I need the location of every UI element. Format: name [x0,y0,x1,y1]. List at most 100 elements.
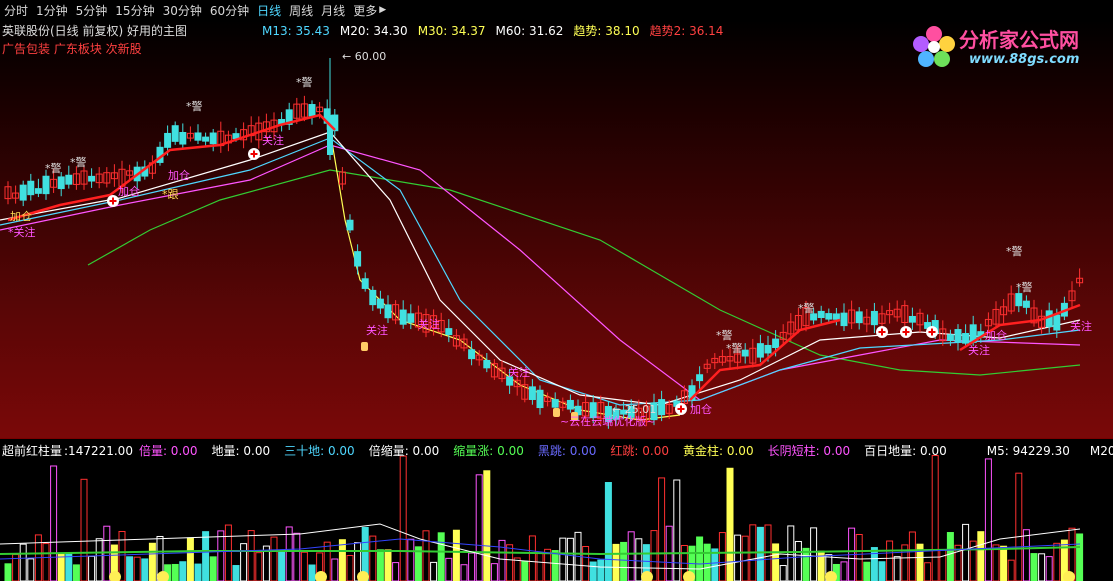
candle-body [536,389,544,409]
volume-bar [460,564,468,581]
volume-bar [293,532,301,581]
volume-bar [794,540,802,581]
candle-body [384,304,392,319]
volume-bar [992,544,1000,581]
volume-panel[interactable]: 超前红柱量:147221.00 倍量: 0.00 地量: 0.00 三十地: 0.00… [0,438,1113,581]
volume-bar [962,523,970,581]
volume-bar [80,478,88,581]
volume-bar [658,477,666,581]
volume-bar [802,547,810,581]
indicator-0: M13: 35.43 [262,24,330,38]
volume-bar [483,470,491,581]
volume-bar [696,536,704,581]
tab-2[interactable]: 5分钟 [76,2,108,19]
chart-annotation: *警 [798,302,815,315]
volume-bar [437,532,445,581]
main-chart-panel[interactable]: 英联股份(日线 前复权) 好用的主图 广告包装 广东板块 次新股 M13: 35… [0,20,1113,438]
volume-bar [718,532,726,581]
chart-annotation: *跟 [162,188,179,201]
high-price-label: ← 60.00 [342,50,387,63]
volume-bar [597,559,605,581]
tab-8[interactable]: 月线 [321,2,345,19]
volume-bar [202,531,210,581]
indicator-1: M20: 34.30 [339,24,408,38]
volume-bar [589,561,597,581]
tab-4[interactable]: 30分钟 [163,2,202,19]
chart-annotation: 加仓 [168,169,190,182]
volume-bar [741,535,749,581]
indicator-3: M60: 31.62 [495,24,564,38]
candle-body [1015,293,1023,307]
indicator-2: M30: 34.37 [417,24,486,38]
volume-bar [1045,556,1053,581]
candle-body [566,399,574,410]
ma-line-2 [0,137,1081,406]
volume-bar [384,549,392,581]
chart-annotation: 关注 [1070,320,1092,333]
chart-annotation: ~云在云端优化版~ [560,415,656,428]
chart-annotation: *警 [186,100,203,113]
tab-5[interactable]: 60分钟 [210,2,249,19]
candlestick-chart[interactable] [0,20,1113,438]
tab-7[interactable]: 周线 [289,2,313,19]
volume-bar [171,563,179,581]
logo-text: 分析家公式网 [959,28,1079,52]
volume-bar [186,537,194,581]
chart-annotation: *警 [1006,245,1023,258]
volume-bar [893,556,901,581]
chart-annotation: 加仓 [10,210,32,223]
candle-body [468,349,476,360]
candle-body [741,349,749,357]
logo-url: www.88gs.com [969,52,1080,67]
volume-bar [627,531,635,581]
tab-6[interactable]: 日线 [257,2,281,19]
volume-bar [513,557,521,581]
volume-bar [445,557,453,581]
volume-bar [582,546,590,581]
volume-bar [528,535,536,581]
volume-bar [232,565,240,581]
volume-bar [703,543,711,581]
volume-indicator-3: 地量: 0.00 [211,444,271,458]
volume-bar [984,458,992,581]
volume-bar [939,549,947,581]
volume-bar [977,531,985,581]
candle-body [772,338,780,348]
volume-bar [133,556,141,581]
volume-bar [407,538,415,581]
chart-annotation: 加仓 [118,185,140,198]
tab-3[interactable]: 15分钟 [115,2,154,19]
volume-bar [285,526,293,581]
more-caret-icon[interactable]: ▶ [379,5,386,15]
tab-1[interactable]: 1分钟 [36,2,68,19]
volume-bar [650,530,658,581]
chart-annotation: 关注 [968,344,990,357]
volume-bar [673,479,681,581]
volume-bar [604,482,612,581]
volume-bar [870,547,878,581]
volume-bar [468,552,476,581]
candle-body [19,184,27,201]
volume-chart[interactable] [0,439,1113,581]
volume-bar [840,561,848,581]
volume-bar [506,544,514,581]
volume-bar [878,561,886,581]
volume-bar [148,542,156,581]
volume-bar [126,556,134,581]
volume-indicator-10: 长阴短柱: 0.00 [767,444,851,458]
candle-body [870,310,878,326]
tab-9[interactable]: 更多 [353,2,377,19]
chart-annotation: *警 [70,156,87,169]
volume-bar [1000,545,1008,581]
chart-annotation: *警 [726,342,743,355]
candle-body [483,359,491,369]
tab-0[interactable]: 分时 [4,2,28,19]
volume-bar [1015,472,1023,581]
volume-bar [931,455,939,581]
volume-bar [300,551,308,581]
volume-bar [430,561,438,581]
chart-annotation: *警 [45,162,62,175]
volume-indicator-13: M20: 65994.29 [1089,444,1113,458]
candle-body [65,174,73,185]
volume-indicator-7: 黑跳: 0.00 [537,444,597,458]
